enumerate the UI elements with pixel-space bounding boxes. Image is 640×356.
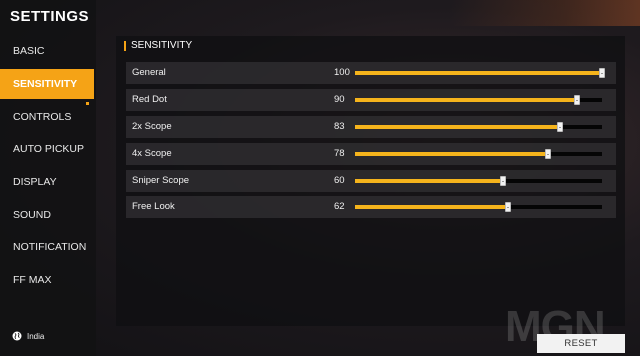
- panel-title: SENSITIVITY: [131, 40, 193, 51]
- slider-fill: [355, 152, 548, 156]
- sidebar-item-sensitivity[interactable]: SENSITIVITY: [0, 69, 94, 99]
- slider-row-red-dot: Red Dot 90: [126, 89, 616, 111]
- sidebar-item-sound[interactable]: SOUND: [0, 200, 94, 230]
- slider-thumb[interactable]: [574, 95, 581, 105]
- slider-track[interactable]: [355, 176, 602, 186]
- slider-fill: [355, 98, 578, 102]
- settings-title: SETTINGS: [10, 8, 90, 25]
- slider-thumb[interactable]: [505, 202, 512, 212]
- slider-thumb[interactable]: [544, 149, 551, 159]
- globe-icon: [12, 331, 22, 341]
- sidebar: SETTINGS BASIC SENSITIVITY CONTROLS AUTO…: [0, 0, 96, 356]
- slider-track[interactable]: [355, 149, 602, 159]
- slider-track[interactable]: [355, 122, 602, 132]
- slider-thumb[interactable]: [557, 122, 563, 132]
- slider-track[interactable]: [355, 202, 602, 212]
- slider-value: 62: [334, 201, 345, 212]
- sidebar-item-notification[interactable]: NOTIFICATION: [0, 232, 94, 262]
- panel-header: SENSITIVITY: [124, 40, 192, 51]
- background-glow: [450, 0, 640, 26]
- region-selector[interactable]: India: [12, 331, 44, 341]
- slider-value: 100: [334, 67, 350, 78]
- slider-label: Sniper Scope: [132, 175, 190, 186]
- slider-value: 90: [334, 94, 345, 105]
- sidebar-item-auto-pickup[interactable]: AUTO PICKUP: [0, 134, 94, 164]
- slider-row-general: General 100: [126, 62, 616, 84]
- slider-thumb[interactable]: [599, 68, 605, 78]
- slider-track[interactable]: [355, 68, 605, 78]
- region-label: India: [27, 331, 45, 341]
- sensitivity-panel: SENSITIVITY General 100 Red Dot 90 2x Sc…: [116, 36, 625, 326]
- header-accent-bar: [124, 40, 126, 51]
- sidebar-item-display[interactable]: DISPLAY: [0, 167, 94, 197]
- slider-value: 78: [334, 148, 345, 159]
- sidebar-item-ff-max[interactable]: FF MAX: [0, 265, 94, 295]
- sidebar-item-basic[interactable]: BASIC: [0, 36, 94, 66]
- slider-label: Red Dot: [132, 94, 167, 105]
- reset-button[interactable]: RESET: [537, 334, 625, 353]
- slider-row-free-look: Free Look 62: [126, 196, 616, 218]
- slider-fill: [355, 179, 504, 183]
- slider-label: 2x Scope: [132, 121, 172, 132]
- sidebar-item-controls[interactable]: CONTROLS: [0, 102, 94, 132]
- slider-row-sniper-scope: Sniper Scope 60: [126, 170, 616, 192]
- slider-label: General: [132, 67, 166, 78]
- slider-row-4x-scope: 4x Scope 78: [126, 143, 616, 165]
- slider-fill: [355, 205, 509, 209]
- slider-label: 4x Scope: [132, 148, 172, 159]
- slider-fill: [355, 71, 602, 75]
- slider-label: Free Look: [132, 201, 175, 212]
- slider-track[interactable]: [355, 95, 602, 105]
- slider-fill: [355, 125, 560, 129]
- slider-row-2x-scope: 2x Scope 83: [126, 116, 616, 138]
- slider-value: 83: [334, 121, 345, 132]
- slider-value: 60: [334, 175, 345, 186]
- slider-thumb[interactable]: [500, 176, 507, 186]
